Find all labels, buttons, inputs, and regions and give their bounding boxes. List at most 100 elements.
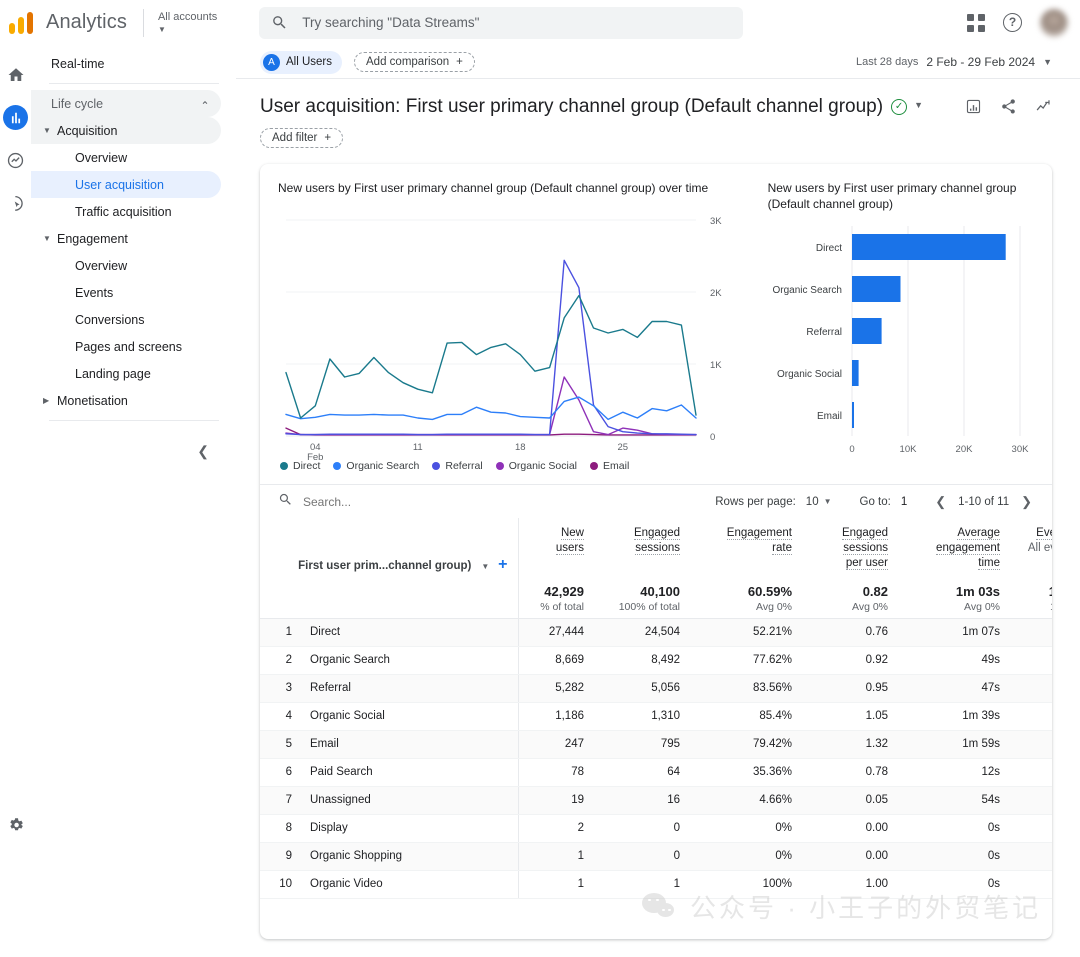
row-metric-2: 100%	[692, 870, 804, 899]
row-channel-name[interactable]: Display	[306, 814, 519, 843]
row-channel-name[interactable]: Referral	[306, 674, 519, 703]
row-metric-0: 2	[518, 814, 596, 843]
explore-icon[interactable]	[3, 148, 28, 173]
row-channel-name[interactable]: Organic Search	[306, 646, 519, 675]
table-search-input[interactable]	[301, 493, 481, 510]
search-input[interactable]	[300, 14, 732, 31]
table-row[interactable]: 9 Organic Shopping 1 0 0% 0.00 0s	[260, 842, 1052, 871]
table-row[interactable]: 3 Referral 5,282 5,056 83.56% 0.95 47s	[260, 674, 1052, 703]
reports-bar-chart-icon[interactable]	[3, 105, 28, 130]
goto-label: Go to:	[859, 495, 891, 508]
row-channel-name[interactable]: Unassigned	[306, 786, 519, 815]
dimension-selector[interactable]: First user prim...channel group) ▼	[298, 560, 489, 572]
add-dimension-icon[interactable]: +	[494, 556, 507, 573]
row-channel-name[interactable]: Organic Social	[306, 702, 519, 731]
trend-line-icon[interactable]	[1035, 98, 1052, 120]
sidebar-item-engagement-overview[interactable]: Overview	[31, 252, 221, 279]
row-channel-name[interactable]: Organic Shopping	[306, 842, 519, 871]
table-row[interactable]: 10 Organic Video 1 1 100% 1.00 0s	[260, 870, 1052, 899]
column-header-line2: rate	[772, 542, 792, 555]
row-channel-name[interactable]: Organic Video	[306, 870, 519, 899]
svg-text:Direct: Direct	[816, 243, 842, 254]
icon-rail	[0, 46, 31, 957]
totals-sub: Avg 0%	[964, 601, 1000, 613]
row-metric-3: 1.32	[804, 730, 900, 759]
search-icon	[271, 14, 288, 31]
title-chevron-down-icon[interactable]: ▼	[914, 100, 923, 110]
sidebar-item-landing-page[interactable]: Landing page	[31, 360, 221, 387]
table-row[interactable]: 6 Paid Search 78 64 35.36% 0.78 12s	[260, 758, 1052, 787]
sidebar-item-acquisition-overview[interactable]: Overview	[31, 144, 221, 171]
column-header-engaged-sessions-per-user[interactable]: Engaged sessions per user	[804, 518, 900, 580]
table-search[interactable]	[278, 492, 481, 512]
rows-per-page-select[interactable]: 10 ▼	[806, 496, 832, 508]
table-row[interactable]: 1 Direct 27,444 24,504 52.21% 0.76 1m 07s	[260, 618, 1052, 647]
row-metric-2: 83.56%	[692, 674, 804, 703]
table-row[interactable]: 5 Email 247 795 79.42% 1.32 1m 59s	[260, 730, 1052, 759]
table-row[interactable]: 2 Organic Search 8,669 8,492 77.62% 0.92 49s	[260, 646, 1052, 675]
add-filter-button[interactable]: Add filter +	[260, 128, 344, 148]
table-pagination: Rows per page: 10 ▼ Go to: 1 ❮ 1-10 of 1…	[715, 494, 1034, 510]
row-channel-name[interactable]: Email	[306, 730, 519, 759]
account-selector[interactable]: All accounts ▼	[158, 11, 217, 34]
sidebar-item-real-time[interactable]: Real-time	[31, 50, 221, 77]
row-index: 1	[260, 618, 306, 647]
gear-icon[interactable]	[3, 812, 28, 837]
column-header-line1: Average	[957, 527, 1000, 540]
filter-row: Add filter +	[236, 120, 1080, 148]
chevron-left-icon[interactable]: ❮	[197, 443, 209, 460]
sidebar-item-user-acquisition[interactable]: User acquisition	[31, 171, 221, 198]
sidebar-group-label: Acquisition	[57, 123, 118, 138]
row-index: 8	[260, 814, 306, 843]
goto-input[interactable]: 1	[901, 496, 907, 508]
row-metric-4: 0s	[900, 842, 1012, 871]
global-search[interactable]	[259, 6, 744, 39]
sidebar-item-pages-and-screens[interactable]: Pages and screens	[31, 333, 221, 360]
row-channel-name[interactable]: Paid Search	[306, 758, 519, 787]
chevron-down-icon: ▼	[1043, 57, 1052, 67]
column-header-events[interactable]: Eve All ev	[1012, 518, 1052, 580]
column-header-line2: All ev	[1027, 542, 1052, 554]
sidebar-group-label: Monetisation	[57, 393, 128, 408]
column-header-average-engagement-time[interactable]: Average engagement time	[900, 518, 1012, 580]
table-row[interactable]: 4 Organic Social 1,186 1,310 85.4% 1.05 1m 39s	[260, 702, 1052, 731]
column-header-line2: sessions	[843, 542, 888, 555]
date-range-selector[interactable]: Last 28 days 2 Feb - 29 Feb 2024 ▼	[856, 55, 1052, 69]
audience-chip-all-users[interactable]: A All Users	[260, 50, 343, 74]
row-metric-3: 1.05	[804, 702, 900, 731]
table-row[interactable]: 7 Unassigned 19 16 4.66% 0.05 54s	[260, 786, 1052, 815]
share-icon[interactable]	[1000, 98, 1017, 120]
row-metric-1: 795	[596, 730, 692, 759]
row-metric-0: 247	[518, 730, 596, 759]
chevron-left-icon[interactable]: ❮	[933, 494, 948, 510]
sidebar-item-events[interactable]: Events	[31, 279, 221, 306]
sidebar-item-conversions[interactable]: Conversions	[31, 306, 221, 333]
row-metric-0: 27,444	[518, 618, 596, 647]
apps-grid-icon[interactable]	[967, 13, 985, 32]
row-channel-name[interactable]: Direct	[306, 618, 519, 647]
home-icon[interactable]	[3, 62, 28, 87]
sidebar-item-traffic-acquisition[interactable]: Traffic acquisition	[31, 198, 221, 225]
column-header-engaged-sessions[interactable]: Engaged sessions	[596, 518, 692, 580]
sidebar-group-engagement[interactable]: ▼ Engagement	[31, 225, 221, 252]
chevron-right-icon[interactable]: ❯	[1019, 494, 1034, 510]
row-metric-3: 1.00	[804, 870, 900, 899]
row-metric-1: 24,504	[596, 618, 692, 647]
add-comparison-button[interactable]: Add comparison +	[354, 52, 475, 72]
add-filter-label: Add filter	[272, 132, 318, 144]
sidebar-divider	[49, 83, 219, 84]
row-metric-5	[1012, 674, 1052, 703]
row-metric-4: 1m 07s	[900, 618, 1012, 647]
user-avatar[interactable]	[1040, 8, 1068, 37]
sidebar-section-life-cycle[interactable]: Life cycle	[31, 90, 221, 117]
sidebar-group-monetisation[interactable]: ▶ Monetisation	[31, 387, 221, 414]
table-row[interactable]: 8 Display 2 0 0% 0.00 0s	[260, 814, 1052, 843]
advertising-cursor-icon[interactable]	[3, 191, 28, 216]
row-metric-3: 0.95	[804, 674, 900, 703]
totals-value: 1	[1012, 584, 1052, 600]
column-header-new-users[interactable]: New users	[518, 518, 596, 580]
insights-icon[interactable]	[965, 98, 982, 120]
column-header-engagement-rate[interactable]: Engagement rate	[692, 518, 804, 580]
sidebar-group-acquisition[interactable]: ▼ Acquisition	[31, 117, 221, 144]
help-circle-icon[interactable]: ?	[1003, 13, 1022, 32]
